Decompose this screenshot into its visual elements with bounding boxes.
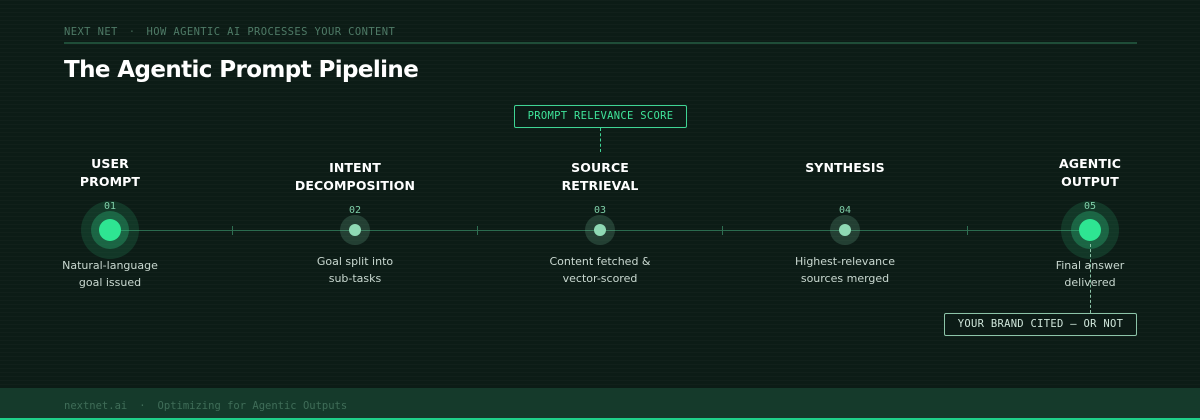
track-tick: [967, 226, 968, 235]
track-tick: [722, 226, 723, 235]
relevance-score-callout: PROMPT RELEVANCE SCORE: [514, 105, 687, 128]
stage-title-line: SOURCE: [571, 160, 629, 175]
footer-tagline: Optimizing for Agentic Outputs: [157, 400, 348, 412]
stage-title: INTENT DECOMPOSITION: [265, 159, 445, 195]
footer-bar: nextnet.ai · Optimizing for Agentic Outp…: [0, 388, 1200, 420]
stage-title-line: AGENTIC: [1059, 156, 1121, 171]
stage-description: Goal split into sub-tasks: [275, 253, 435, 287]
stage-title-line: OUTPUT: [1061, 174, 1119, 189]
footer-text: nextnet.ai · Optimizing for Agentic Outp…: [64, 400, 347, 412]
stage-title-line: INTENT: [329, 160, 381, 175]
stage-description-line: Goal split into: [316, 255, 394, 268]
stage-description-line: sources merged: [800, 272, 890, 285]
relevance-connector: [600, 128, 601, 152]
stage-title-line: DECOMPOSITION: [294, 178, 416, 193]
stage-title: SYNTHESIS: [755, 159, 935, 177]
stage-title: USER PROMPT: [20, 155, 200, 191]
stage-node-icon: [830, 215, 860, 245]
track-tick: [232, 226, 233, 235]
stage-description: Natural-language goal issued: [30, 257, 190, 291]
stage-description-line: Highest-relevance: [795, 255, 895, 268]
brand-connector: [1090, 244, 1091, 313]
stage-description-line: sub-tasks: [328, 272, 382, 285]
stage-title: SOURCE RETRIEVAL: [510, 159, 690, 195]
stage-description-line: vector-scored: [562, 272, 638, 285]
stage-description: Content fetched & vector-scored: [520, 253, 680, 287]
stage-node-icon: [585, 215, 615, 245]
footer-site: nextnet.ai: [64, 400, 128, 412]
stage-title-line: SYNTHESIS: [805, 160, 885, 175]
stage-title-line: RETRIEVAL: [561, 178, 639, 193]
stage-number: 05: [1083, 201, 1097, 212]
stage-description-line: Content fetched &: [549, 255, 651, 268]
stage-description: Highest-relevance sources merged: [765, 253, 925, 287]
stage-node-icon: [340, 215, 370, 245]
stage-number: 01: [103, 201, 117, 212]
stage-title: AGENTIC OUTPUT: [1000, 155, 1180, 191]
stage-title-line: PROMPT: [79, 174, 141, 189]
stage-description-line: goal issued: [78, 276, 142, 289]
footer-separator: ·: [139, 400, 146, 412]
brand-cited-callout: YOUR BRAND CITED — OR NOT: [944, 313, 1137, 336]
track-tick: [477, 226, 478, 235]
pipeline-diagram: USER PROMPT 01 Natural-language goal iss…: [0, 0, 1200, 380]
stage-title-line: USER: [91, 156, 129, 171]
stage-description-line: Natural-language: [62, 259, 158, 272]
